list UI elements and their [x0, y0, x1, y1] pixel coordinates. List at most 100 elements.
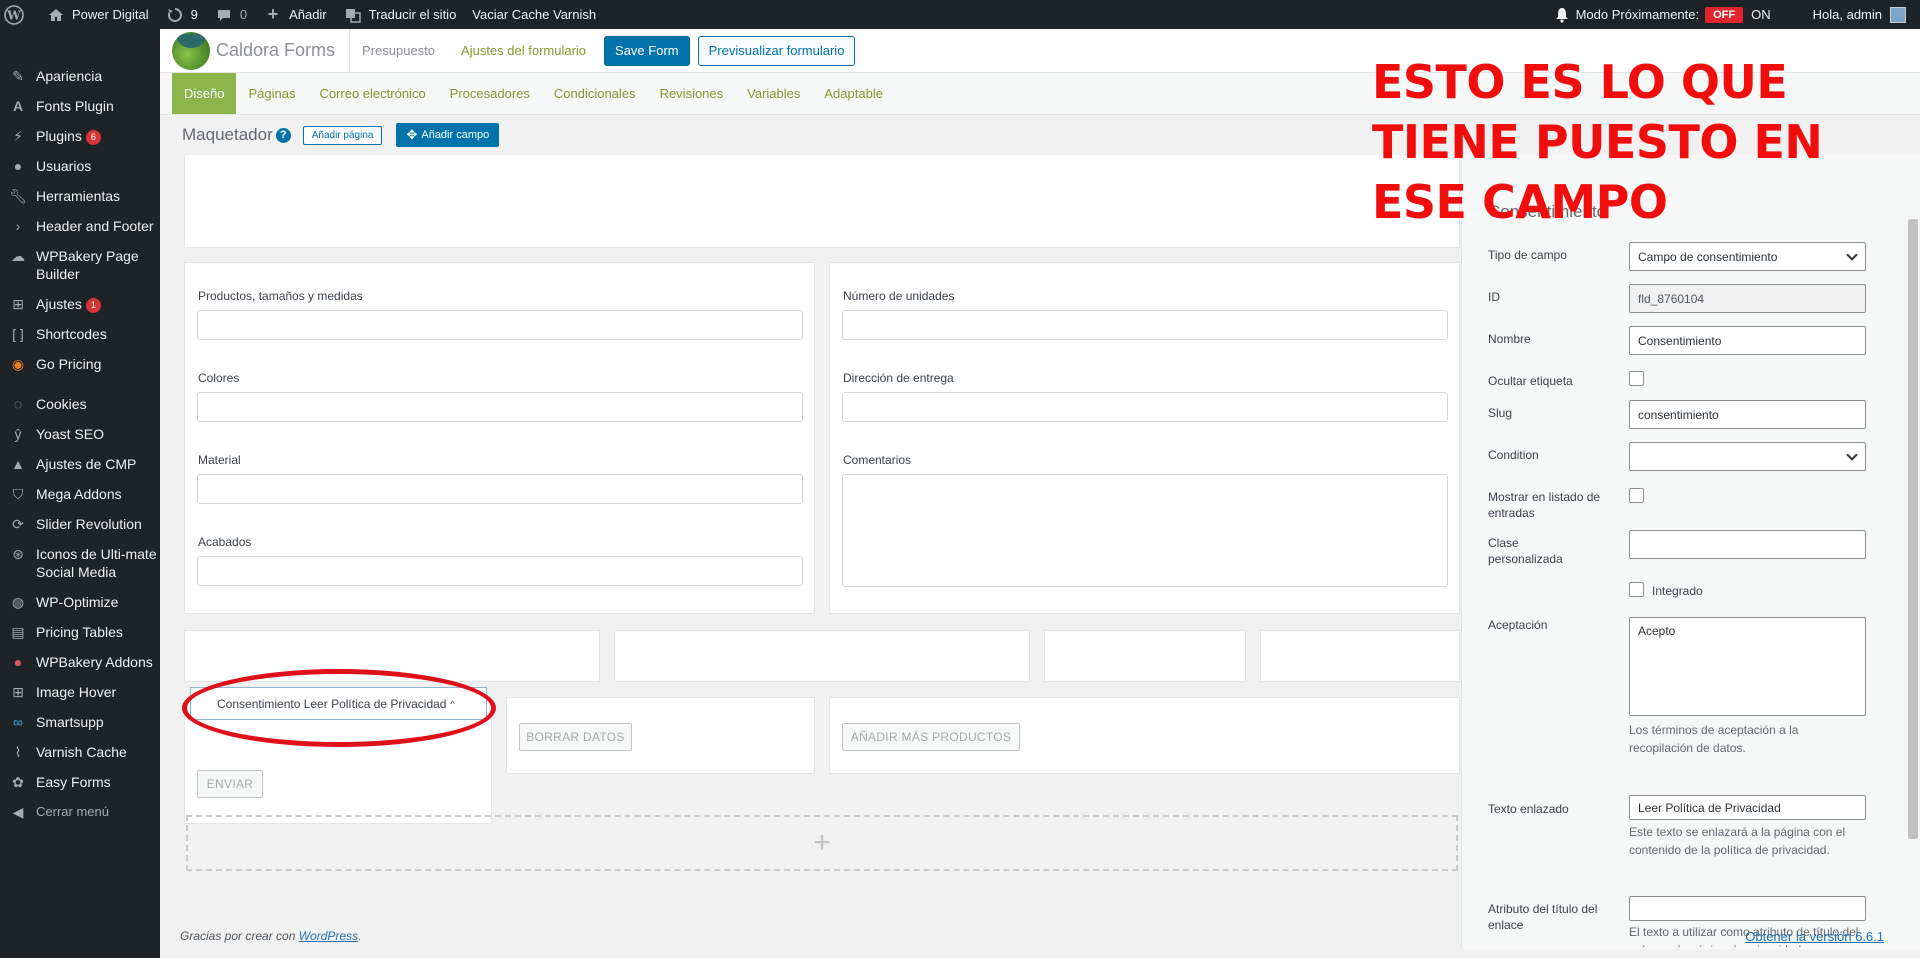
tab-email[interactable]: Correo electrónico [307, 73, 437, 114]
show-entries-checkbox[interactable] [1629, 488, 1644, 503]
comments-item[interactable]: 0 [206, 0, 255, 29]
custom-class-field[interactable] [1629, 530, 1866, 559]
field-type-select[interactable]: Campo de consentimiento [1629, 242, 1866, 271]
add-page-button[interactable]: Añadir página [302, 125, 383, 145]
sidebar-item-cmp[interactable]: ▲ Ajustes de CMP [0, 449, 160, 479]
field-input-finishes[interactable] [197, 556, 803, 586]
tab-variables[interactable]: Variables [735, 73, 812, 114]
title-attr-field[interactable] [1629, 896, 1866, 921]
field-input-delivery[interactable] [842, 392, 1448, 422]
varnish-item[interactable]: Vaciar Cache Varnish [464, 0, 604, 29]
updates-item[interactable]: 9 [157, 0, 206, 29]
sidebar-item-yoast[interactable]: ŷ Yoast SEO [0, 419, 160, 449]
id-label: ID [1488, 290, 1500, 304]
user-icon: ● [13, 158, 23, 174]
sidebar-item-wp-optimize[interactable]: ◍ WP-Optimize [0, 587, 160, 617]
on-label[interactable]: ON [1751, 7, 1771, 22]
move-icon: ✥ [406, 127, 418, 142]
sidebar-item-easy-forms[interactable]: ✿ Easy Forms [0, 767, 160, 797]
plug-icon: ⚡ [13, 128, 23, 144]
field-input-material[interactable] [197, 474, 803, 504]
wordpress-logo-item[interactable]: W [0, 0, 38, 29]
addons-icon: ● [13, 654, 23, 670]
field-input-units[interactable] [842, 310, 1448, 340]
add-new-item[interactable]: + Añadir [255, 0, 335, 29]
sidebar-item-ultimate-social[interactable]: ⊛ Iconos de Ulti-mate Social Media [0, 539, 160, 587]
slug-label: Slug [1488, 406, 1513, 420]
send-button[interactable]: ENVIAR [197, 770, 263, 798]
sidebar-collapse-menu[interactable]: ◀ Cerrar menú [0, 797, 160, 827]
sidebar-item-header-footer[interactable]: › Header and Footer [0, 211, 160, 241]
help-icon[interactable]: ? [275, 127, 291, 143]
comment-icon [214, 5, 234, 25]
shield-icon: ⛉ [12, 486, 24, 502]
translate-item[interactable]: Traducir el sitio [335, 0, 465, 29]
wrench-icon: 🔧︎ [9, 188, 27, 204]
tab-pages[interactable]: Páginas [236, 73, 307, 114]
acceptance-textarea[interactable]: Acepto [1629, 617, 1866, 716]
off-badge[interactable]: OFF [1705, 6, 1744, 23]
tab-form-settings[interactable]: Ajustes del formulario [447, 43, 600, 58]
sidebar-item-cookies[interactable]: ◌ Cookies [0, 389, 160, 419]
settings-scrollbar[interactable] [1908, 219, 1918, 839]
sidebar-item-mega-addons[interactable]: ⛉ Mega Addons [0, 479, 160, 509]
wordpress-link[interactable]: WordPress [299, 929, 358, 943]
field-label: Número de unidades [843, 289, 955, 303]
builder-cell-add-more: AÑADIR MÁS PRODUCTOS [829, 697, 1460, 774]
table-icon: ▤ [11, 624, 25, 640]
add-row-button[interactable]: + [186, 815, 1458, 871]
social-icon: ⊛ [12, 546, 24, 562]
coming-soon-item[interactable]: Modo Próximamente: OFF ON [1544, 0, 1779, 29]
name-field[interactable]: Consentimiento [1629, 326, 1866, 355]
field-input-colors[interactable] [197, 392, 803, 422]
sidebar-item-go-pricing[interactable]: ◉ Go Pricing [0, 349, 160, 379]
tab-conditionals[interactable]: Condicionales [542, 73, 648, 114]
slug-field[interactable]: consentimiento [1629, 400, 1866, 429]
tab-revisions[interactable]: Revisiones [648, 73, 736, 114]
sidebar-item-plugins[interactable]: ⚡ Plugins 6 [0, 121, 160, 151]
add-more-products-button[interactable]: AÑADIR MÁS PRODUCTOS [842, 723, 1020, 751]
sidebar-item-apariencia[interactable]: ✎ Apariencia [0, 61, 160, 91]
add-field-button[interactable]: ✥ Añadir campo [396, 123, 500, 147]
sidebar-item-image-hover[interactable]: ⊞ Image Hover [0, 677, 160, 707]
tab-processors[interactable]: Procesadores [438, 73, 542, 114]
sidebar-item-slider-revolution[interactable]: ⟳ Slider Revolution [0, 509, 160, 539]
sidebar-item-varnish-cache[interactable]: ⌇ Varnish Cache [0, 737, 160, 767]
sidebar-item-shortcodes[interactable]: [ ] Shortcodes [0, 319, 160, 349]
home-icon [46, 5, 66, 25]
sidebar-item-smartsupp[interactable]: ∞ Smartsupp [0, 707, 160, 737]
version-link[interactable]: Obtener la versión 6.6.1 [1745, 929, 1884, 944]
updates-count: 9 [190, 7, 198, 22]
sidebar-item-wpbakery-addons[interactable]: ● WPBakery Addons [0, 647, 160, 677]
linked-text-field[interactable]: Leer Política de Privacidad [1629, 795, 1866, 820]
chevron-right-icon: › [15, 218, 21, 234]
admin-bar: W Power Digital 9 0 + Añadir Traducir el… [0, 0, 1920, 29]
bell-icon [1552, 5, 1572, 25]
field-input-comments[interactable] [842, 474, 1448, 587]
sidebar-item-wpbakery[interactable]: ☁ WPBakery Page Builder [0, 241, 160, 289]
hide-label-checkbox[interactable] [1629, 371, 1644, 386]
sidebar-item-fonts-plugin[interactable]: A Fonts Plugin [0, 91, 160, 121]
inline-checkbox[interactable] [1629, 582, 1644, 597]
sidebar-item-herramientas[interactable]: 🔧︎ Herramientas [0, 181, 160, 211]
tab-responsive[interactable]: Adaptable [812, 73, 895, 114]
add-new-label: Añadir [289, 7, 327, 22]
annotation-text: ESTO ES LO QUE TIENE PUESTO EN ESE CAMPO [1372, 55, 1823, 229]
save-form-button[interactable]: Save Form [604, 35, 690, 66]
preview-form-button[interactable]: Previsualizar formulario [697, 35, 856, 66]
sidebar-item-ajustes[interactable]: ⊞ Ajustes 1 [0, 289, 160, 319]
sidebar-item-usuarios[interactable]: ● Usuarios [0, 151, 160, 181]
collapse-icon: ◀ [12, 804, 24, 820]
linked-text-label: Texto enlazado [1488, 802, 1569, 816]
account-item[interactable]: Hola, admin [1779, 0, 1920, 29]
cookie-icon: ◌ [13, 396, 23, 412]
field-settings-panel: Consentimiento Tipo de campo Campo de co… [1461, 155, 1920, 949]
clear-data-button[interactable]: BORRAR DATOS [519, 723, 632, 751]
site-name-item[interactable]: Power Digital [38, 0, 157, 29]
field-input-products[interactable] [197, 310, 803, 340]
sidebar-item-pricing-tables[interactable]: ▤ Pricing Tables [0, 617, 160, 647]
layout-builder-toolbar: Maquetador ? Añadir página ✥ Añadir camp… [160, 115, 1460, 155]
tab-design[interactable]: Diseño [172, 73, 237, 114]
avatar [1890, 6, 1906, 23]
condition-select[interactable] [1629, 442, 1866, 471]
